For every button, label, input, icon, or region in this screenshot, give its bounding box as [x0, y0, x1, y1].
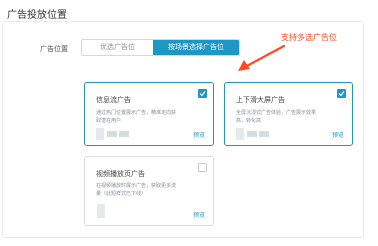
- thumbnail-placeholder: [259, 131, 269, 137]
- check-icon: [199, 91, 206, 97]
- page: 广告投放位置 广告位置 优选广告位 按场景选择广告位 支持多选广告位 信息流广告…: [0, 0, 378, 246]
- card-description-line: 取潜在用户: [96, 118, 122, 124]
- thumbnail-placeholder: [96, 128, 104, 140]
- option-preferred-placement[interactable]: 优选广告位: [82, 40, 153, 55]
- card-description-line: 高，转化高: [236, 118, 262, 124]
- card-checkbox[interactable]: [198, 163, 207, 172]
- card-description-line: 在视频播放时展示广告，获取更多流: [96, 183, 177, 189]
- check-icon: [338, 91, 345, 97]
- preview-link[interactable]: 预览: [332, 130, 344, 139]
- thumbnail-placeholder: [107, 131, 117, 137]
- preview-link[interactable]: 预览: [193, 130, 205, 139]
- section-title: 广告投放位置: [7, 10, 67, 21]
- card-title: 上下滑大屏广告: [236, 96, 285, 104]
- card-checkbox[interactable]: [198, 89, 207, 98]
- card-description: 通过热门位置展示广告，精准定向获 取潜在用户: [96, 109, 176, 125]
- placement-mode-toggle: 优选广告位 按场景选择广告位: [81, 39, 240, 56]
- card-description: 在视频播放时展示广告，获取更多流 量（此短样式已下线）: [96, 182, 176, 198]
- card-feed-ad[interactable]: 信息流广告 通过热门位置展示广告，精准定向获 取潜在用户 预览: [84, 82, 214, 146]
- arrow-icon: [238, 44, 286, 71]
- option-scene-placement[interactable]: 按场景选择广告位: [153, 40, 239, 55]
- card-video-page-ad[interactable]: 视频播放页广告 在视频播放时展示广告，获取更多流 量（此短样式已下线） 预览: [84, 156, 214, 226]
- card-title: 信息流广告: [96, 96, 131, 104]
- card-fullscreen-ad[interactable]: 上下滑大屏广告 全屏沉浸式广告体验，广告展示效果 高，转化高 预览: [224, 82, 353, 146]
- card-description-line: 全屏沉浸式广告体验，广告展示效果: [236, 110, 317, 116]
- ad-position-label: 广告位置: [40, 45, 68, 53]
- multi-select-annotation: 支持多选广告位: [281, 33, 337, 42]
- preview-link[interactable]: 预览: [193, 210, 205, 219]
- card-description: 全屏沉浸式广告体验，广告展示效果 高，转化高: [236, 109, 316, 125]
- thumbnail-placeholder: [119, 131, 129, 137]
- card-description-line: 量（此短样式已下线）: [96, 191, 147, 197]
- card-title: 视频播放页广告: [96, 170, 145, 178]
- card-description-line: 通过热门位置展示广告，精准定向获: [96, 110, 177, 116]
- thumbnail-placeholder: [236, 128, 244, 140]
- thumbnail-placeholder: [97, 204, 105, 218]
- thumbnail-placeholder: [247, 131, 257, 137]
- card-checkbox[interactable]: [337, 89, 346, 98]
